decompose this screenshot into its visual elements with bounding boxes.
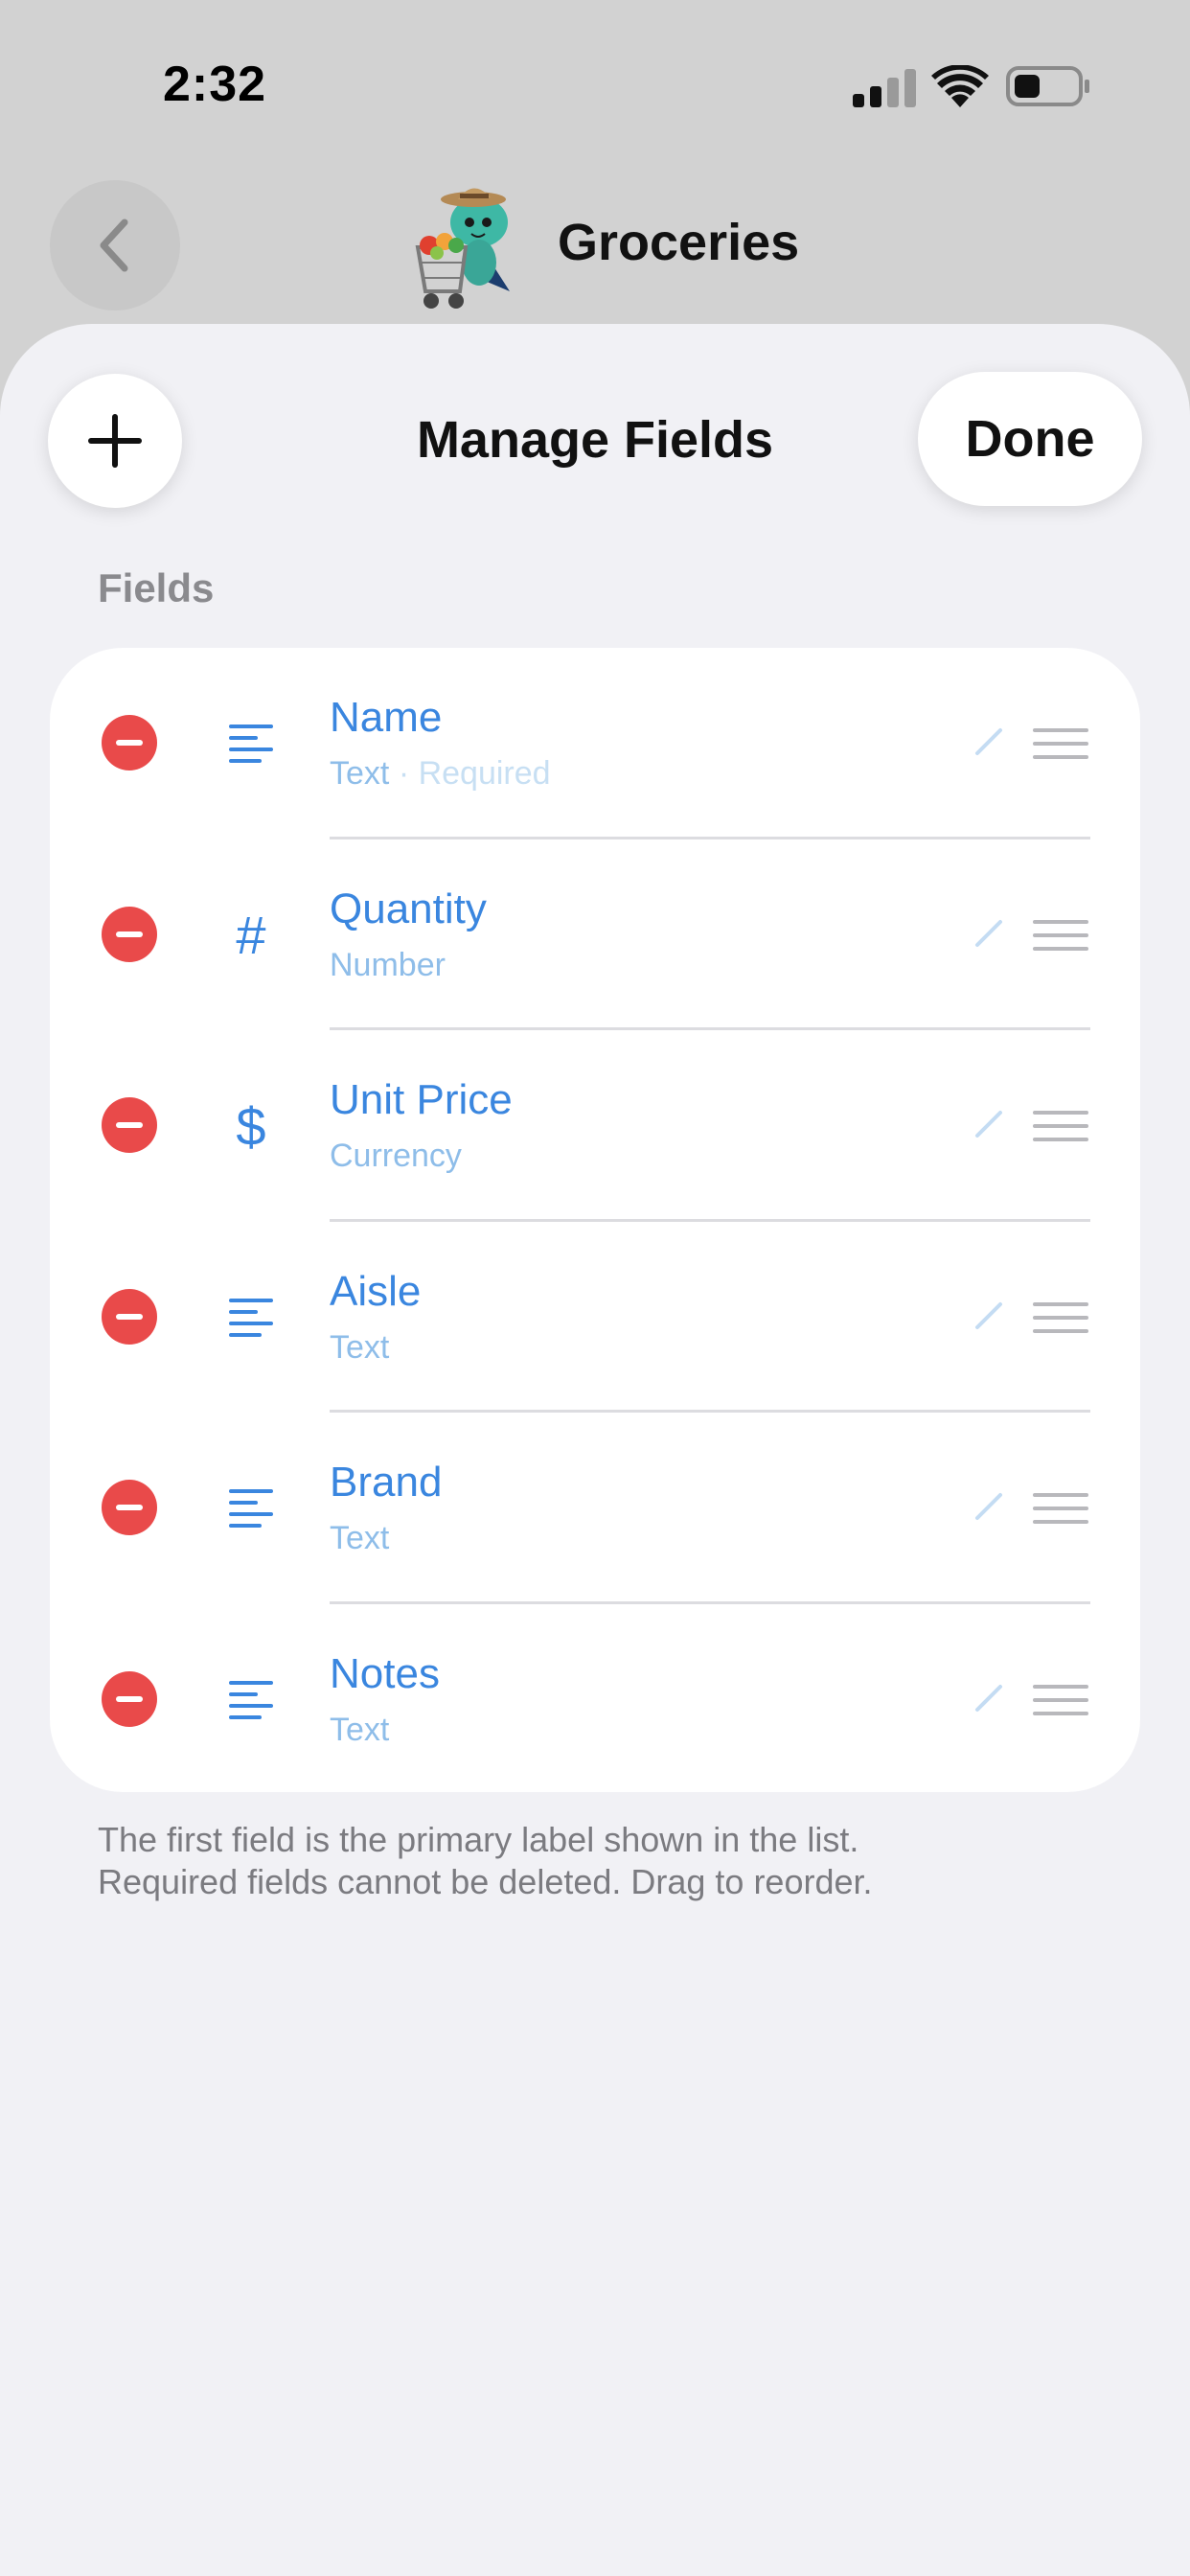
field-type: Number bbox=[330, 946, 446, 983]
chevron-left-icon bbox=[100, 218, 128, 272]
footer-line-1: The first field is the primary label sho… bbox=[98, 1820, 859, 1859]
section-header: Fields bbox=[98, 565, 215, 610]
field-name: Quantity bbox=[330, 885, 487, 932]
drag-handle[interactable] bbox=[1033, 728, 1088, 759]
delete-field-button[interactable] bbox=[102, 715, 157, 770]
delete-field-button[interactable] bbox=[102, 906, 157, 962]
hash-icon: # bbox=[236, 905, 266, 966]
drag-handle[interactable] bbox=[1033, 1111, 1088, 1142]
delete-field-button[interactable] bbox=[102, 1288, 157, 1345]
drag-handle[interactable] bbox=[1033, 1301, 1088, 1333]
pencil-icon[interactable] bbox=[972, 1681, 1006, 1715]
field-name: Unit Price bbox=[330, 1076, 513, 1124]
text-lines-icon bbox=[213, 1662, 289, 1738]
pencil-icon[interactable] bbox=[972, 724, 1006, 759]
grocery-cart-mascot-icon bbox=[415, 188, 510, 309]
field-row-name[interactable]: Name Text · Required bbox=[50, 648, 1140, 840]
text-lines-icon bbox=[213, 1279, 289, 1356]
text-lines-icon bbox=[213, 705, 289, 782]
delete-field-button[interactable] bbox=[102, 1670, 157, 1727]
status-time: 2:32 bbox=[163, 57, 267, 112]
footer-note: The first field is the primary label sho… bbox=[98, 1819, 1094, 1903]
done-button[interactable]: Done bbox=[918, 372, 1142, 506]
cellular-signal-icon bbox=[853, 69, 916, 107]
screen: 2:32 Groceries Manage Fields Done Fields… bbox=[0, 0, 1190, 2576]
field-name: Notes bbox=[330, 1649, 440, 1697]
field-row-notes[interactable]: Notes Text bbox=[50, 1604, 1140, 1796]
pencil-icon[interactable] bbox=[972, 1107, 1006, 1141]
field-type: Text · Required bbox=[330, 755, 551, 792]
drag-handle[interactable] bbox=[1033, 1493, 1088, 1525]
field-name: Name bbox=[330, 694, 443, 741]
pencil-icon[interactable] bbox=[972, 1299, 1006, 1333]
nav-bar: Groceries bbox=[0, 172, 1190, 326]
required-tag: · Required bbox=[398, 755, 551, 792]
fields-list: Name Text · Required # Quantity Number $ bbox=[50, 648, 1140, 1792]
battery-icon bbox=[1006, 66, 1089, 106]
field-row-brand[interactable]: Brand Text bbox=[50, 1413, 1140, 1604]
field-type: Currency bbox=[330, 1138, 462, 1175]
field-type: Text bbox=[330, 1711, 390, 1748]
back-button[interactable] bbox=[50, 180, 180, 310]
pencil-icon[interactable] bbox=[972, 1489, 1006, 1524]
drag-handle[interactable] bbox=[1033, 919, 1088, 951]
field-name: Brand bbox=[330, 1459, 443, 1506]
field-row-aisle[interactable]: Aisle Text bbox=[50, 1222, 1140, 1414]
field-type: Text bbox=[330, 1520, 390, 1557]
manage-fields-sheet: Manage Fields Done Fields Name Text · Re… bbox=[0, 324, 1190, 2576]
nav-title: Groceries bbox=[558, 214, 800, 271]
field-row-quantity[interactable]: # Quantity Number bbox=[50, 840, 1140, 1031]
text-lines-icon bbox=[213, 1470, 289, 1547]
status-bar: 2:32 bbox=[0, 0, 1190, 172]
dollar-icon: $ bbox=[236, 1095, 266, 1157]
drag-handle[interactable] bbox=[1033, 1684, 1088, 1715]
pencil-icon[interactable] bbox=[972, 916, 1006, 951]
wifi-icon bbox=[931, 65, 989, 107]
delete-field-button[interactable] bbox=[102, 1480, 157, 1536]
footer-line-2: Required fields cannot be deleted. Drag … bbox=[98, 1862, 873, 1901]
field-type: Text bbox=[330, 1328, 390, 1366]
field-name: Aisle bbox=[330, 1267, 422, 1315]
field-row-unit-price[interactable]: $ Unit Price Currency bbox=[50, 1030, 1140, 1222]
delete-field-button[interactable] bbox=[102, 1097, 157, 1154]
